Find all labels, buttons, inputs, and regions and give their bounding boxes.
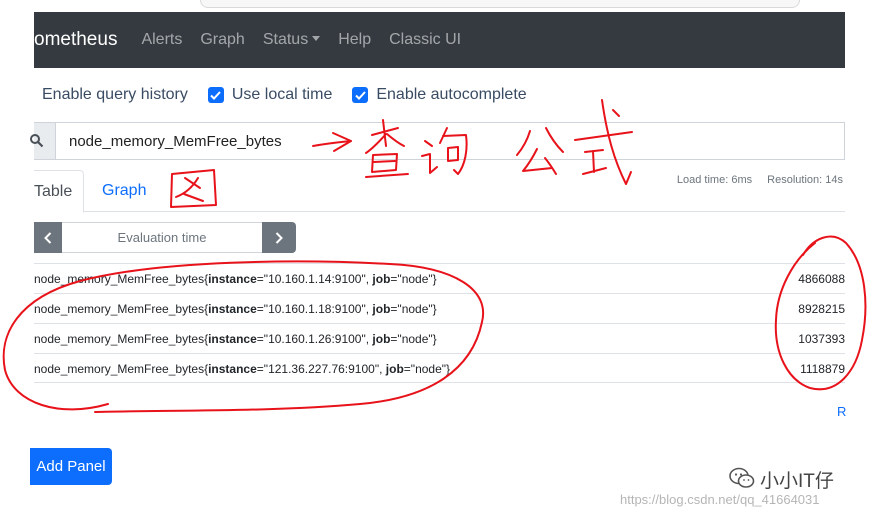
local-time-label: Use local time <box>231 86 333 103</box>
query-options-row: Enable query history Use local time Enab… <box>42 82 547 108</box>
address-bar-fragment[interactable] <box>200 0 800 8</box>
top-navbar: ometheus Alerts Graph Status Help Classi… <box>34 12 845 68</box>
handwritten-annotations <box>2 99 867 413</box>
sample-value: 4866088 <box>798 272 845 286</box>
autocomplete-label: Enable autocomplete <box>376 86 527 103</box>
chevron-left-icon <box>44 231 52 244</box>
watermark-name: 小小IT仔 <box>760 471 834 492</box>
instance-value: 10.160.1.14:9100 <box>268 272 362 286</box>
evaluation-time-group: Evaluation time <box>34 222 296 253</box>
job-value: node <box>415 362 442 376</box>
table-row: node_memory_MemFree_bytes{instance="10.1… <box>34 323 845 353</box>
nav-graph[interactable]: Graph <box>200 31 244 49</box>
metric-name: node_memory_MemFree_bytes <box>34 332 205 346</box>
add-panel-button[interactable]: Add Panel <box>30 448 112 485</box>
table-row: node_memory_MemFree_bytes{instance="121.… <box>34 353 845 383</box>
autocomplete-checkbox[interactable] <box>352 87 369 103</box>
series-label: node_memory_MemFree_bytes{instance="10.1… <box>34 302 437 316</box>
brand-logo-text[interactable]: ometheus <box>34 29 117 51</box>
results-table: node_memory_MemFree_bytes{instance="10.1… <box>34 263 845 383</box>
eval-time-forward-button[interactable] <box>262 222 296 253</box>
series-label: node_memory_MemFree_bytes{instance="10.1… <box>34 332 437 346</box>
nav-status[interactable]: Status <box>262 31 321 49</box>
sample-value: 1118879 <box>800 362 845 376</box>
wechat-logo-icon <box>729 467 755 488</box>
tab-graph[interactable]: Graph <box>102 170 146 212</box>
resolution: Resolution: 14s <box>767 174 843 186</box>
metric-name: node_memory_MemFree_bytes <box>34 362 205 376</box>
nav-alerts[interactable]: Alerts <box>141 31 182 49</box>
nav-help[interactable]: Help <box>338 31 371 49</box>
chevron-down-icon <box>312 36 321 41</box>
metric-name: node_memory_MemFree_bytes <box>34 302 205 316</box>
nav-status-label: Status <box>262 31 309 48</box>
eval-time-back-button[interactable] <box>34 222 62 253</box>
evaluation-time-input[interactable]: Evaluation time <box>62 222 262 253</box>
sample-value: 1037393 <box>798 332 845 346</box>
query-stats: Load time: 6ms Resolution: 14s <box>665 174 843 186</box>
metric-name: node_memory_MemFree_bytes <box>34 272 205 286</box>
checkmark-icon <box>355 90 366 100</box>
nav-classic-ui[interactable]: Classic UI <box>389 31 461 49</box>
chevron-right-icon <box>275 231 283 244</box>
query-history-toggle[interactable]: Enable query history <box>42 86 188 104</box>
query-expression-bar: node_memory_MemFree_bytes <box>30 122 845 160</box>
search-icon-box <box>30 123 56 159</box>
prometheus-window: ometheus Alerts Graph Status Help Classi… <box>0 0 871 519</box>
job-value: node <box>401 302 429 316</box>
query-history-label: Enable query history <box>42 86 188 103</box>
job-value: node <box>401 272 429 286</box>
series-label: node_memory_MemFree_bytes{instance="121.… <box>34 362 451 376</box>
instance-value: 10.160.1.18:9100 <box>268 302 362 316</box>
tab-table[interactable]: Table <box>34 170 84 213</box>
series-label: node_memory_MemFree_bytes{instance="10.1… <box>34 272 437 286</box>
checkmark-icon <box>210 90 222 100</box>
autocomplete-toggle[interactable]: Enable autocomplete <box>352 86 527 104</box>
instance-value: 121.36.227.76:9100 <box>268 362 375 376</box>
sample-value: 8928215 <box>798 302 845 316</box>
table-row: node_memory_MemFree_bytes{instance="10.1… <box>34 293 845 323</box>
query-input[interactable]: node_memory_MemFree_bytes <box>69 133 282 150</box>
table-row: node_memory_MemFree_bytes{instance="10.1… <box>34 263 845 293</box>
local-time-toggle[interactable]: Use local time <box>207 86 333 104</box>
local-time-checkbox[interactable] <box>207 87 224 103</box>
job-value: node <box>401 332 429 346</box>
remove-panel-link[interactable]: R <box>837 404 846 419</box>
watermark-url: https://blog.csdn.net/qq_41664031 <box>620 492 820 507</box>
load-time: Load time: 6ms <box>676 174 753 186</box>
search-icon <box>30 134 44 148</box>
instance-value: 10.160.1.26:9100 <box>268 332 362 346</box>
browser-url-strip <box>0 0 871 12</box>
panel-tabs: Table Graph Load time: 6ms Resolution: 1… <box>34 170 845 213</box>
